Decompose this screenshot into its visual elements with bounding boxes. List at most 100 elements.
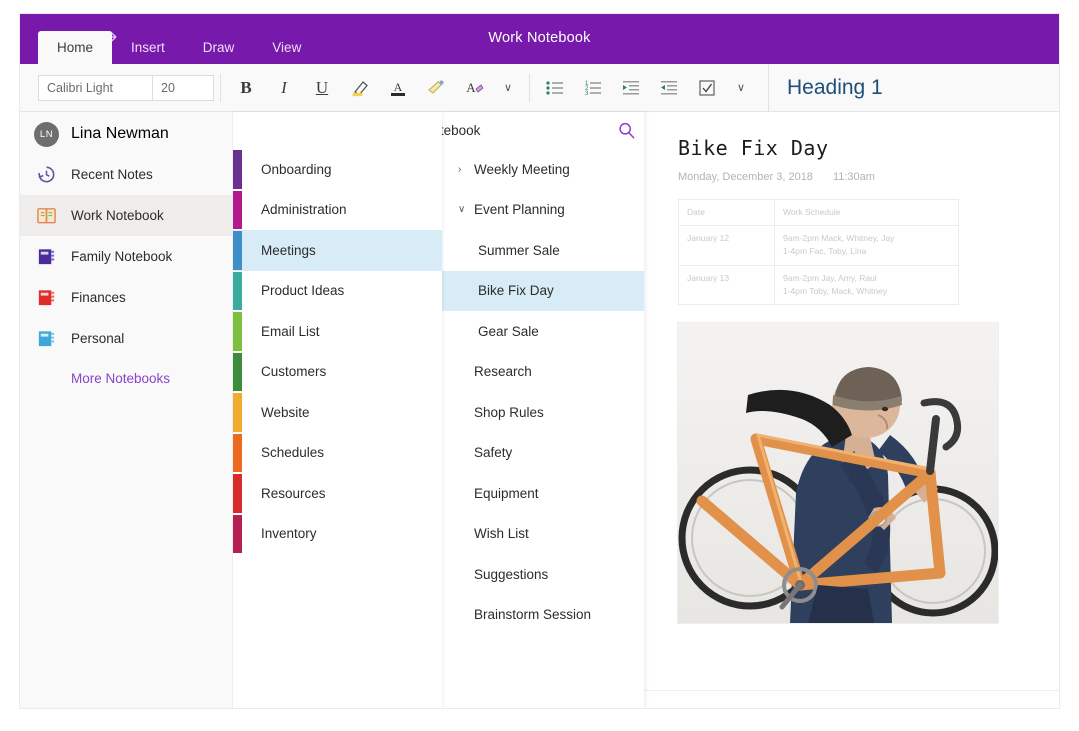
font-size-input[interactable]: 20 (152, 75, 214, 101)
ribbon-divider-2 (529, 74, 530, 102)
italic-button[interactable]: I (265, 69, 303, 107)
section-color-strip (233, 272, 242, 311)
font-color-button[interactable]: A (379, 69, 417, 107)
page-item[interactable]: Suggestions (442, 554, 644, 595)
search-icon[interactable] (608, 112, 644, 149)
sidebar-item-recent-notes[interactable]: Recent Notes (20, 154, 232, 195)
sidebar-item-label: Family Notebook (71, 249, 172, 264)
page-label: Shop Rules (474, 405, 544, 420)
page-item[interactable]: Brainstorm Session (442, 595, 644, 636)
svg-text:A: A (394, 80, 403, 94)
page-time: 11:30am (833, 171, 875, 183)
heading-style-label[interactable]: Heading 1 (787, 76, 883, 100)
underline-button[interactable]: U (303, 69, 341, 107)
numbered-list-button[interactable]: 1 2 3 (574, 69, 612, 107)
section-item[interactable]: Website (233, 392, 442, 433)
section-label: Onboarding (233, 162, 332, 177)
increase-indent-button[interactable] (650, 69, 688, 107)
chevron-toggle-icon[interactable]: › (458, 164, 474, 175)
page-item[interactable]: Summer Sale (442, 230, 644, 271)
column-header-work-schedule: Work Schedule (775, 200, 959, 226)
tab-home[interactable]: Home (38, 31, 112, 64)
section-color-strip (233, 434, 242, 473)
paragraph-group: 1 2 3 (536, 64, 756, 112)
section-color-strip (233, 474, 242, 513)
page-item[interactable]: Shop Rules (442, 392, 644, 433)
font-name-input[interactable]: Calibri Light (38, 75, 153, 101)
decrease-indent-button[interactable] (612, 69, 650, 107)
sidebar-item-work-notebook[interactable]: Work Notebook (20, 195, 232, 236)
pages-pane: Work Notebook ›Weekly Meeting∨Event Plan… (442, 112, 644, 708)
sections-pane-header (233, 112, 442, 149)
section-label: Product Ideas (233, 283, 344, 298)
cell-date: January 12 (679, 226, 775, 265)
page-label: Safety (474, 445, 512, 460)
sidebar-item-label: Recent Notes (71, 167, 153, 182)
section-item[interactable]: Email List (233, 311, 442, 352)
clear-formatting-button[interactable]: A (455, 69, 493, 107)
sidebar-item-family-notebook[interactable]: Family Notebook (20, 236, 232, 277)
font-format-group: B I U A (227, 64, 523, 112)
tab-view[interactable]: View (253, 31, 320, 64)
sidebar-item-finances[interactable]: Finances (20, 277, 232, 318)
page-item[interactable]: Wish List (442, 514, 644, 555)
page-item[interactable]: Bike Fix Day (442, 271, 644, 312)
user-account-row[interactable]: LN Lina Newman (20, 114, 232, 154)
section-item[interactable]: Customers (233, 352, 442, 393)
table-header-row: Date Work Schedule (679, 200, 959, 226)
sidebar-item-personal[interactable]: Personal (20, 318, 232, 359)
highlighter-button[interactable] (341, 69, 379, 107)
page-label: Gear Sale (478, 324, 539, 339)
left-navigation-pane: LN Lina Newman Recent Notes (20, 112, 232, 708)
section-item[interactable]: Inventory (233, 514, 442, 555)
more-notebooks-link[interactable]: More Notebooks (20, 359, 232, 399)
onenote-window: Work Notebook Home Insert Draw View Cali… (20, 14, 1059, 708)
section-item[interactable]: Onboarding (233, 149, 442, 190)
page-item[interactable]: Equipment (442, 473, 644, 514)
svg-text:3: 3 (585, 91, 589, 97)
section-item[interactable]: Administration (233, 190, 442, 231)
open-book-icon (34, 203, 59, 228)
schedule-line: 9am-2pm Jay, Amy, Raul (783, 272, 950, 285)
tab-insert[interactable]: Insert (112, 31, 184, 64)
sidebar-item-label: Personal (71, 331, 124, 346)
note-canvas[interactable]: Bike Fix Day Monday, December 3, 201811:… (644, 112, 1059, 708)
table-row: January 13 9am-2pm Jay, Amy, Raul 1-4pm … (679, 265, 959, 304)
recent-clock-icon (34, 162, 59, 187)
sidebar-item-label: Work Notebook (71, 208, 164, 223)
cell-schedule: 9am-2pm Mack, Whitney, Jay 1-4pm Fac, To… (775, 226, 959, 265)
section-item[interactable]: Meetings (233, 230, 442, 271)
page-label: Equipment (474, 486, 539, 501)
note-photo[interactable] (678, 323, 998, 623)
notebook-icon (34, 285, 59, 310)
page-title[interactable]: Bike Fix Day (678, 136, 1059, 160)
page-item[interactable]: Gear Sale (442, 311, 644, 352)
font-more-chevron-down-icon[interactable]: ∨ (493, 69, 523, 107)
page-item[interactable]: ›Weekly Meeting (442, 149, 644, 190)
tags-more-chevron-down-icon[interactable]: ∨ (726, 69, 756, 107)
section-item[interactable]: Product Ideas (233, 271, 442, 312)
app-body: LN Lina Newman Recent Notes (20, 112, 1059, 708)
section-color-strip (233, 515, 242, 554)
bold-button[interactable]: B (227, 69, 265, 107)
page-label: Weekly Meeting (474, 162, 570, 177)
chevron-toggle-icon[interactable]: ∨ (458, 204, 474, 215)
notebook-icon (34, 244, 59, 269)
page-item[interactable]: Research (442, 352, 644, 393)
title-bar: Work Notebook Home Insert Draw View (20, 14, 1059, 64)
section-label: Inventory (233, 526, 317, 541)
section-label: Meetings (233, 243, 316, 258)
bullet-list-button[interactable] (536, 69, 574, 107)
tab-draw[interactable]: Draw (184, 31, 254, 64)
schedule-line: 1-4pm Fac, Toby, Lina (783, 245, 950, 258)
format-painter-button[interactable] (417, 69, 455, 107)
todo-tag-button[interactable] (688, 69, 726, 107)
section-item[interactable]: Schedules (233, 433, 442, 474)
section-label: Website (233, 405, 310, 420)
page-item[interactable]: ∨Event Planning (442, 190, 644, 231)
work-schedule-table[interactable]: Date Work Schedule January 12 9am-2pm Ma… (678, 199, 959, 305)
section-item[interactable]: Resources (233, 473, 442, 514)
page-item[interactable]: Safety (442, 433, 644, 474)
sections-list: Onboarding Administration Meetings Product … (233, 149, 442, 554)
section-label: Customers (233, 364, 326, 379)
